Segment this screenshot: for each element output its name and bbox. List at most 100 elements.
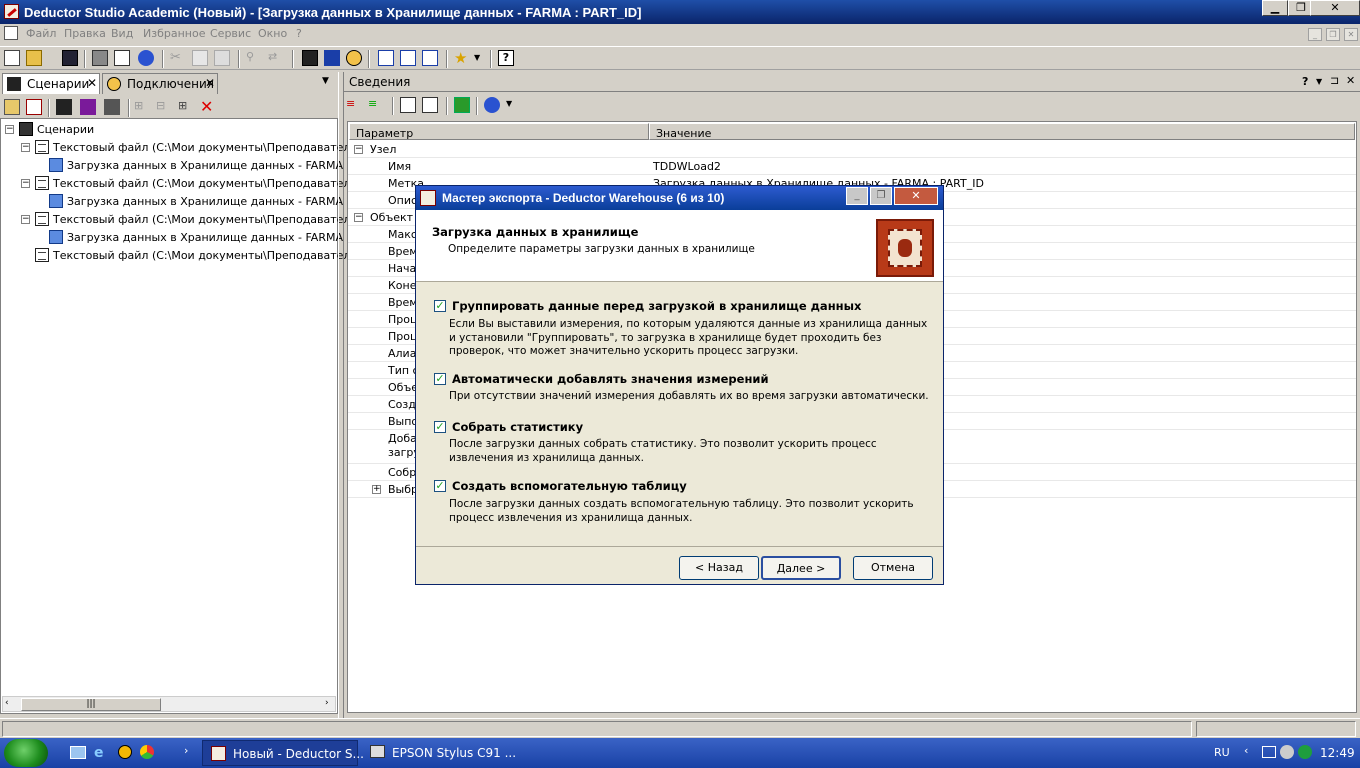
chrome-icon[interactable] xyxy=(140,745,154,759)
document-icon[interactable] xyxy=(4,26,18,40)
tab-scenarios[interactable]: Сценарии ✕ xyxy=(2,73,100,94)
menu-edit[interactable]: Правка xyxy=(64,27,106,40)
paste-icon[interactable] xyxy=(214,50,230,66)
tab-connections[interactable]: Подключения ✕ xyxy=(102,73,218,94)
cut-icon[interactable]: ✂ xyxy=(170,50,186,66)
close-icon[interactable]: ✕ xyxy=(87,76,97,90)
new-icon[interactable] xyxy=(4,50,20,66)
start-button[interactable] xyxy=(4,739,48,767)
close-icon[interactable]: ✕ xyxy=(205,76,215,90)
refresh-icon[interactable] xyxy=(454,97,470,113)
next-button[interactable]: Далее > xyxy=(761,556,841,580)
task-deductor[interactable]: Новый - Deductor S... xyxy=(202,740,364,766)
create-aux-table-checkbox[interactable]: ✓ xyxy=(434,480,446,492)
language-indicator[interactable]: RU xyxy=(1214,746,1230,759)
task-epson[interactable]: EPSON Stylus C91 ... xyxy=(362,740,522,766)
save-icon[interactable] xyxy=(62,50,78,66)
maximize-button[interactable]: ❐ xyxy=(870,187,892,205)
column-header-param[interactable]: Параметр xyxy=(349,123,649,140)
chevron-down-icon[interactable]: ▼ xyxy=(506,99,522,115)
ie-icon[interactable]: e xyxy=(94,745,104,761)
print-preview-icon[interactable] xyxy=(114,50,130,66)
tile-vertical-icon[interactable] xyxy=(422,50,438,66)
print-icon[interactable] xyxy=(92,50,108,66)
notes-icon[interactable] xyxy=(422,97,438,113)
menu-window[interactable]: Окно xyxy=(258,27,287,40)
mdi-minimize-button[interactable]: _ xyxy=(1308,28,1322,41)
expand-icon[interactable]: + xyxy=(372,485,381,494)
find-icon[interactable]: ⚲ xyxy=(246,50,262,66)
wizard-icon[interactable] xyxy=(4,99,20,115)
collapse-icon[interactable]: − xyxy=(5,125,14,134)
menu-service[interactable]: Сервис xyxy=(210,27,251,40)
tray-icon[interactable] xyxy=(1280,745,1294,759)
collapse-icon[interactable]: − xyxy=(21,143,30,152)
chevron-down-icon[interactable]: ▼ xyxy=(1316,77,1322,86)
show-desktop-icon[interactable] xyxy=(70,746,86,759)
auto-add-dimensions-label[interactable]: Автоматически добавлять значения измерен… xyxy=(452,372,769,386)
copy-icon[interactable] xyxy=(192,50,208,66)
tray-icon[interactable] xyxy=(1298,745,1312,759)
replace-icon[interactable]: ⇄ xyxy=(268,50,284,66)
group-data-checkbox[interactable]: ✓ xyxy=(434,300,446,312)
book-icon[interactable] xyxy=(324,50,340,66)
minimize-button[interactable]: _ xyxy=(846,187,868,205)
scenario-icon[interactable] xyxy=(302,50,318,66)
chevron-right-icon[interactable]: › xyxy=(184,744,188,757)
properties-icon[interactable] xyxy=(400,97,416,113)
scroll-right-icon[interactable]: › xyxy=(325,698,329,708)
chevron-down-icon[interactable]: ▼ xyxy=(474,50,490,66)
collapse-icon[interactable]: − xyxy=(354,145,363,154)
close-icon[interactable]: ✕ xyxy=(1346,74,1355,87)
tree-collapse-icon[interactable]: ⊟ xyxy=(156,99,172,115)
collapse-icon[interactable]: − xyxy=(354,213,363,222)
network-icon[interactable] xyxy=(1262,746,1276,758)
chevron-left-icon[interactable]: ‹ xyxy=(1244,744,1248,757)
cascade-icon[interactable] xyxy=(378,50,394,66)
chevron-down-icon[interactable]: ▼ xyxy=(322,76,329,86)
connection-icon[interactable] xyxy=(346,50,362,66)
tree-expand-icon[interactable]: ⊞ xyxy=(134,99,150,115)
delete-icon[interactable]: ✕ xyxy=(200,97,216,116)
quick-launch-icon[interactable] xyxy=(118,745,132,759)
close-button[interactable]: ✕ xyxy=(1310,0,1360,16)
grid-row[interactable]: Имя TDDWLoad2 xyxy=(348,158,1356,175)
tree-move-icon[interactable]: ⊞ xyxy=(178,99,194,115)
collapse-icon[interactable]: − xyxy=(21,215,30,224)
favorites-star-icon[interactable]: ★ xyxy=(454,50,470,66)
collect-statistics-label[interactable]: Собрать статистику xyxy=(452,420,583,434)
mdi-restore-button[interactable]: ❐ xyxy=(1326,28,1340,41)
datamining-icon[interactable] xyxy=(80,99,96,115)
create-aux-table-label[interactable]: Создать вспомогательную таблицу xyxy=(452,479,687,493)
import-icon[interactable] xyxy=(26,99,42,115)
cancel-button[interactable]: Отмена xyxy=(853,556,933,580)
visualizer-icon[interactable] xyxy=(104,99,120,115)
help-button[interactable]: ? xyxy=(1302,75,1308,88)
app-icon[interactable] xyxy=(4,4,19,19)
help-icon[interactable]: ? xyxy=(498,50,514,66)
open-icon[interactable] xyxy=(26,50,42,66)
minimize-button[interactable]: ▁ xyxy=(1262,0,1288,16)
pin-icon[interactable]: ⊐ xyxy=(1330,74,1339,87)
grid-row[interactable]: − Узел xyxy=(348,141,1356,158)
menu-help[interactable]: ? xyxy=(296,27,302,40)
menu-view[interactable]: Вид xyxy=(111,27,133,40)
mdi-close-button[interactable]: ✕ xyxy=(1344,28,1358,41)
close-button[interactable]: ✕ xyxy=(894,187,938,205)
processing-icon[interactable] xyxy=(56,99,72,115)
menu-file[interactable]: Файл xyxy=(26,27,56,40)
globe-icon[interactable] xyxy=(138,50,154,66)
collapse-icon[interactable]: − xyxy=(21,179,30,188)
column-header-value[interactable]: Значение xyxy=(649,123,1355,140)
scrollbar-thumb[interactable]: ||| xyxy=(21,698,161,711)
back-button[interactable]: < Назад xyxy=(679,556,759,580)
scroll-left-icon[interactable]: ‹ xyxy=(5,698,9,708)
globe-icon[interactable] xyxy=(484,97,500,113)
list-add-icon[interactable]: ≡ xyxy=(368,97,384,113)
clock[interactable]: 12:49 xyxy=(1320,746,1355,760)
group-data-label[interactable]: Группировать данные перед загрузкой в хр… xyxy=(452,299,861,313)
menu-favorites[interactable]: Избранное xyxy=(143,27,205,40)
collect-statistics-checkbox[interactable]: ✓ xyxy=(434,421,446,433)
tile-horizontal-icon[interactable] xyxy=(400,50,416,66)
horizontal-scrollbar[interactable]: ‹ ||| › xyxy=(2,696,336,712)
